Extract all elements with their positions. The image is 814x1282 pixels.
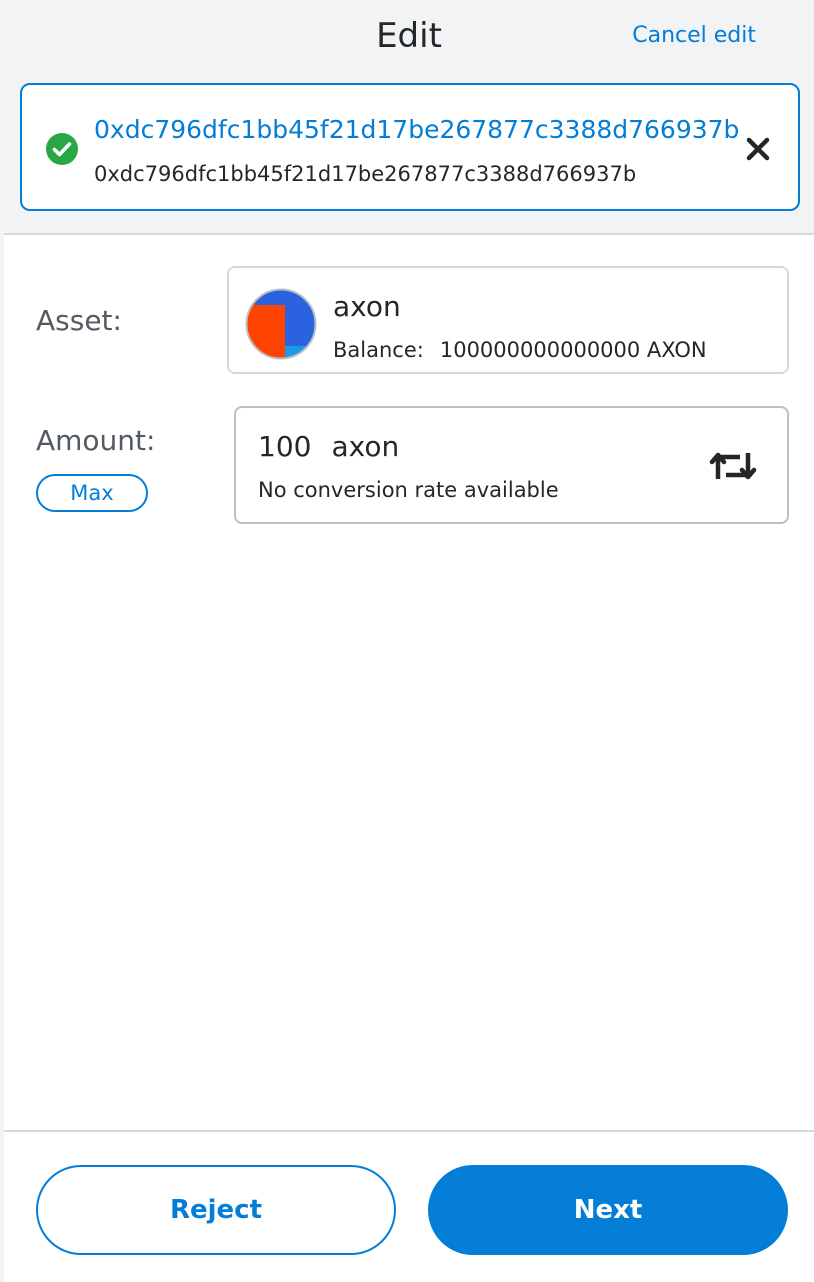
reject-button[interactable]: Reject	[36, 1165, 396, 1255]
token-avatar-icon	[245, 288, 317, 360]
amount-input[interactable]: 100 axon	[258, 428, 399, 466]
amount-label: Amount:	[36, 424, 156, 457]
amount-field[interactable]: 100 axon No conversion rate available	[234, 406, 789, 524]
recipient-name: 0xdc796dfc1bb45f21d17be267877c3388d76693…	[94, 115, 740, 144]
balance-label: Balance:	[333, 338, 424, 362]
recipient-address: 0xdc796dfc1bb45f21d17be267877c3388d76693…	[94, 162, 637, 186]
cancel-edit-link[interactable]: Cancel edit	[632, 20, 756, 52]
amount-unit: axon	[331, 430, 400, 463]
swap-arrows-icon[interactable]	[709, 446, 757, 486]
asset-name: axon	[333, 290, 401, 323]
close-icon[interactable]	[744, 135, 772, 163]
recipient-box[interactable]: 0xdc796dfc1bb45f21d17be267877c3388d76693…	[20, 83, 800, 211]
check-circle-icon	[46, 133, 78, 165]
footer-divider	[4, 1130, 814, 1132]
conversion-text: No conversion rate available	[258, 478, 559, 502]
asset-label: Asset:	[36, 304, 122, 337]
send-screen: Edit Cancel edit 0xdc796dfc1bb45f21d17be…	[4, 0, 814, 1282]
asset-balance: Balance: 100000000000000 AXON	[333, 335, 707, 365]
asset-selector[interactable]: axon Balance: 100000000000000 AXON	[227, 266, 789, 374]
amount-value: 100	[258, 430, 312, 463]
next-button[interactable]: Next	[428, 1165, 788, 1255]
balance-value: 100000000000000 AXON	[439, 338, 707, 362]
send-header: Edit Cancel edit 0xdc796dfc1bb45f21d17be…	[4, 0, 814, 235]
max-button[interactable]: Max	[36, 474, 148, 512]
